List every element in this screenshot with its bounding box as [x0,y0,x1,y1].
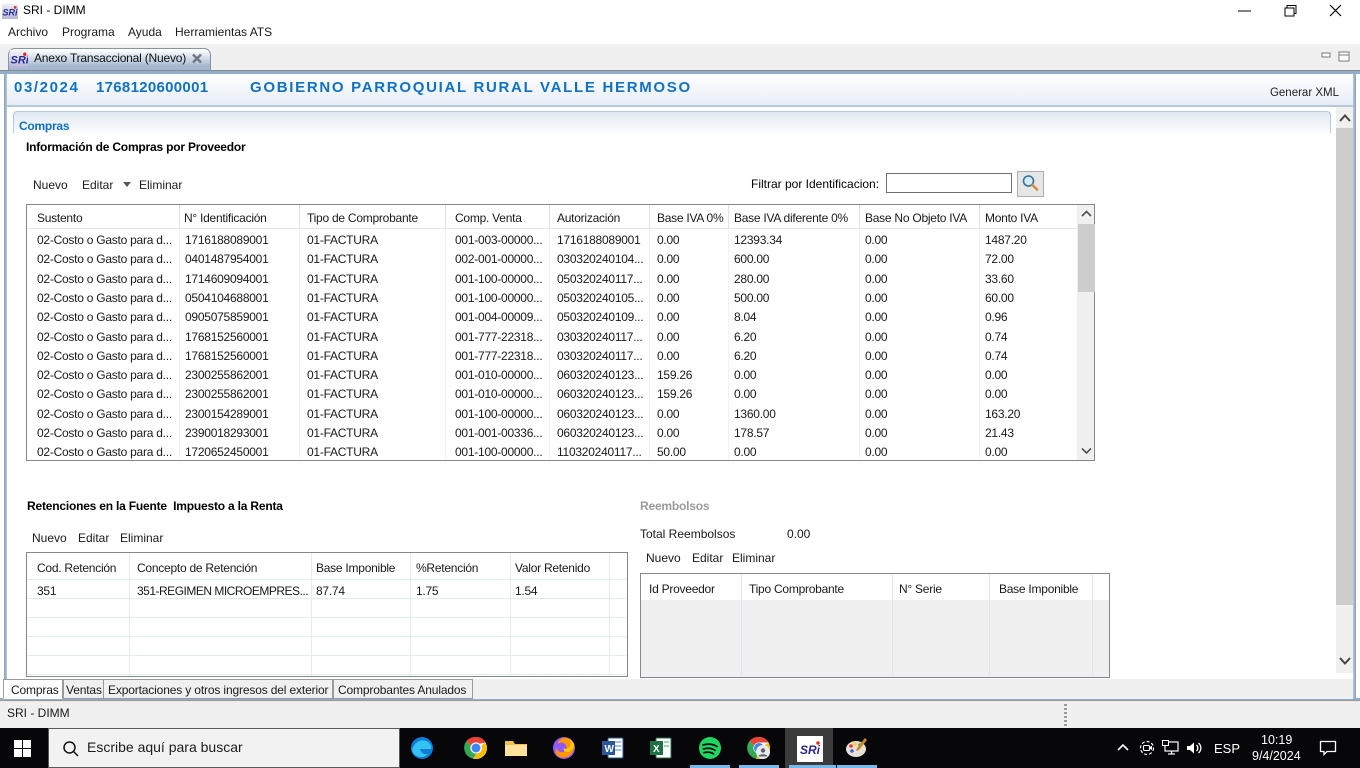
svg-text:X: X [653,744,660,755]
svg-text:SRi: SRi [800,743,821,757]
svg-text:W: W [605,744,615,755]
svg-text:SRi: SRi [11,55,29,67]
svg-text:SRi: SRi [3,8,19,18]
